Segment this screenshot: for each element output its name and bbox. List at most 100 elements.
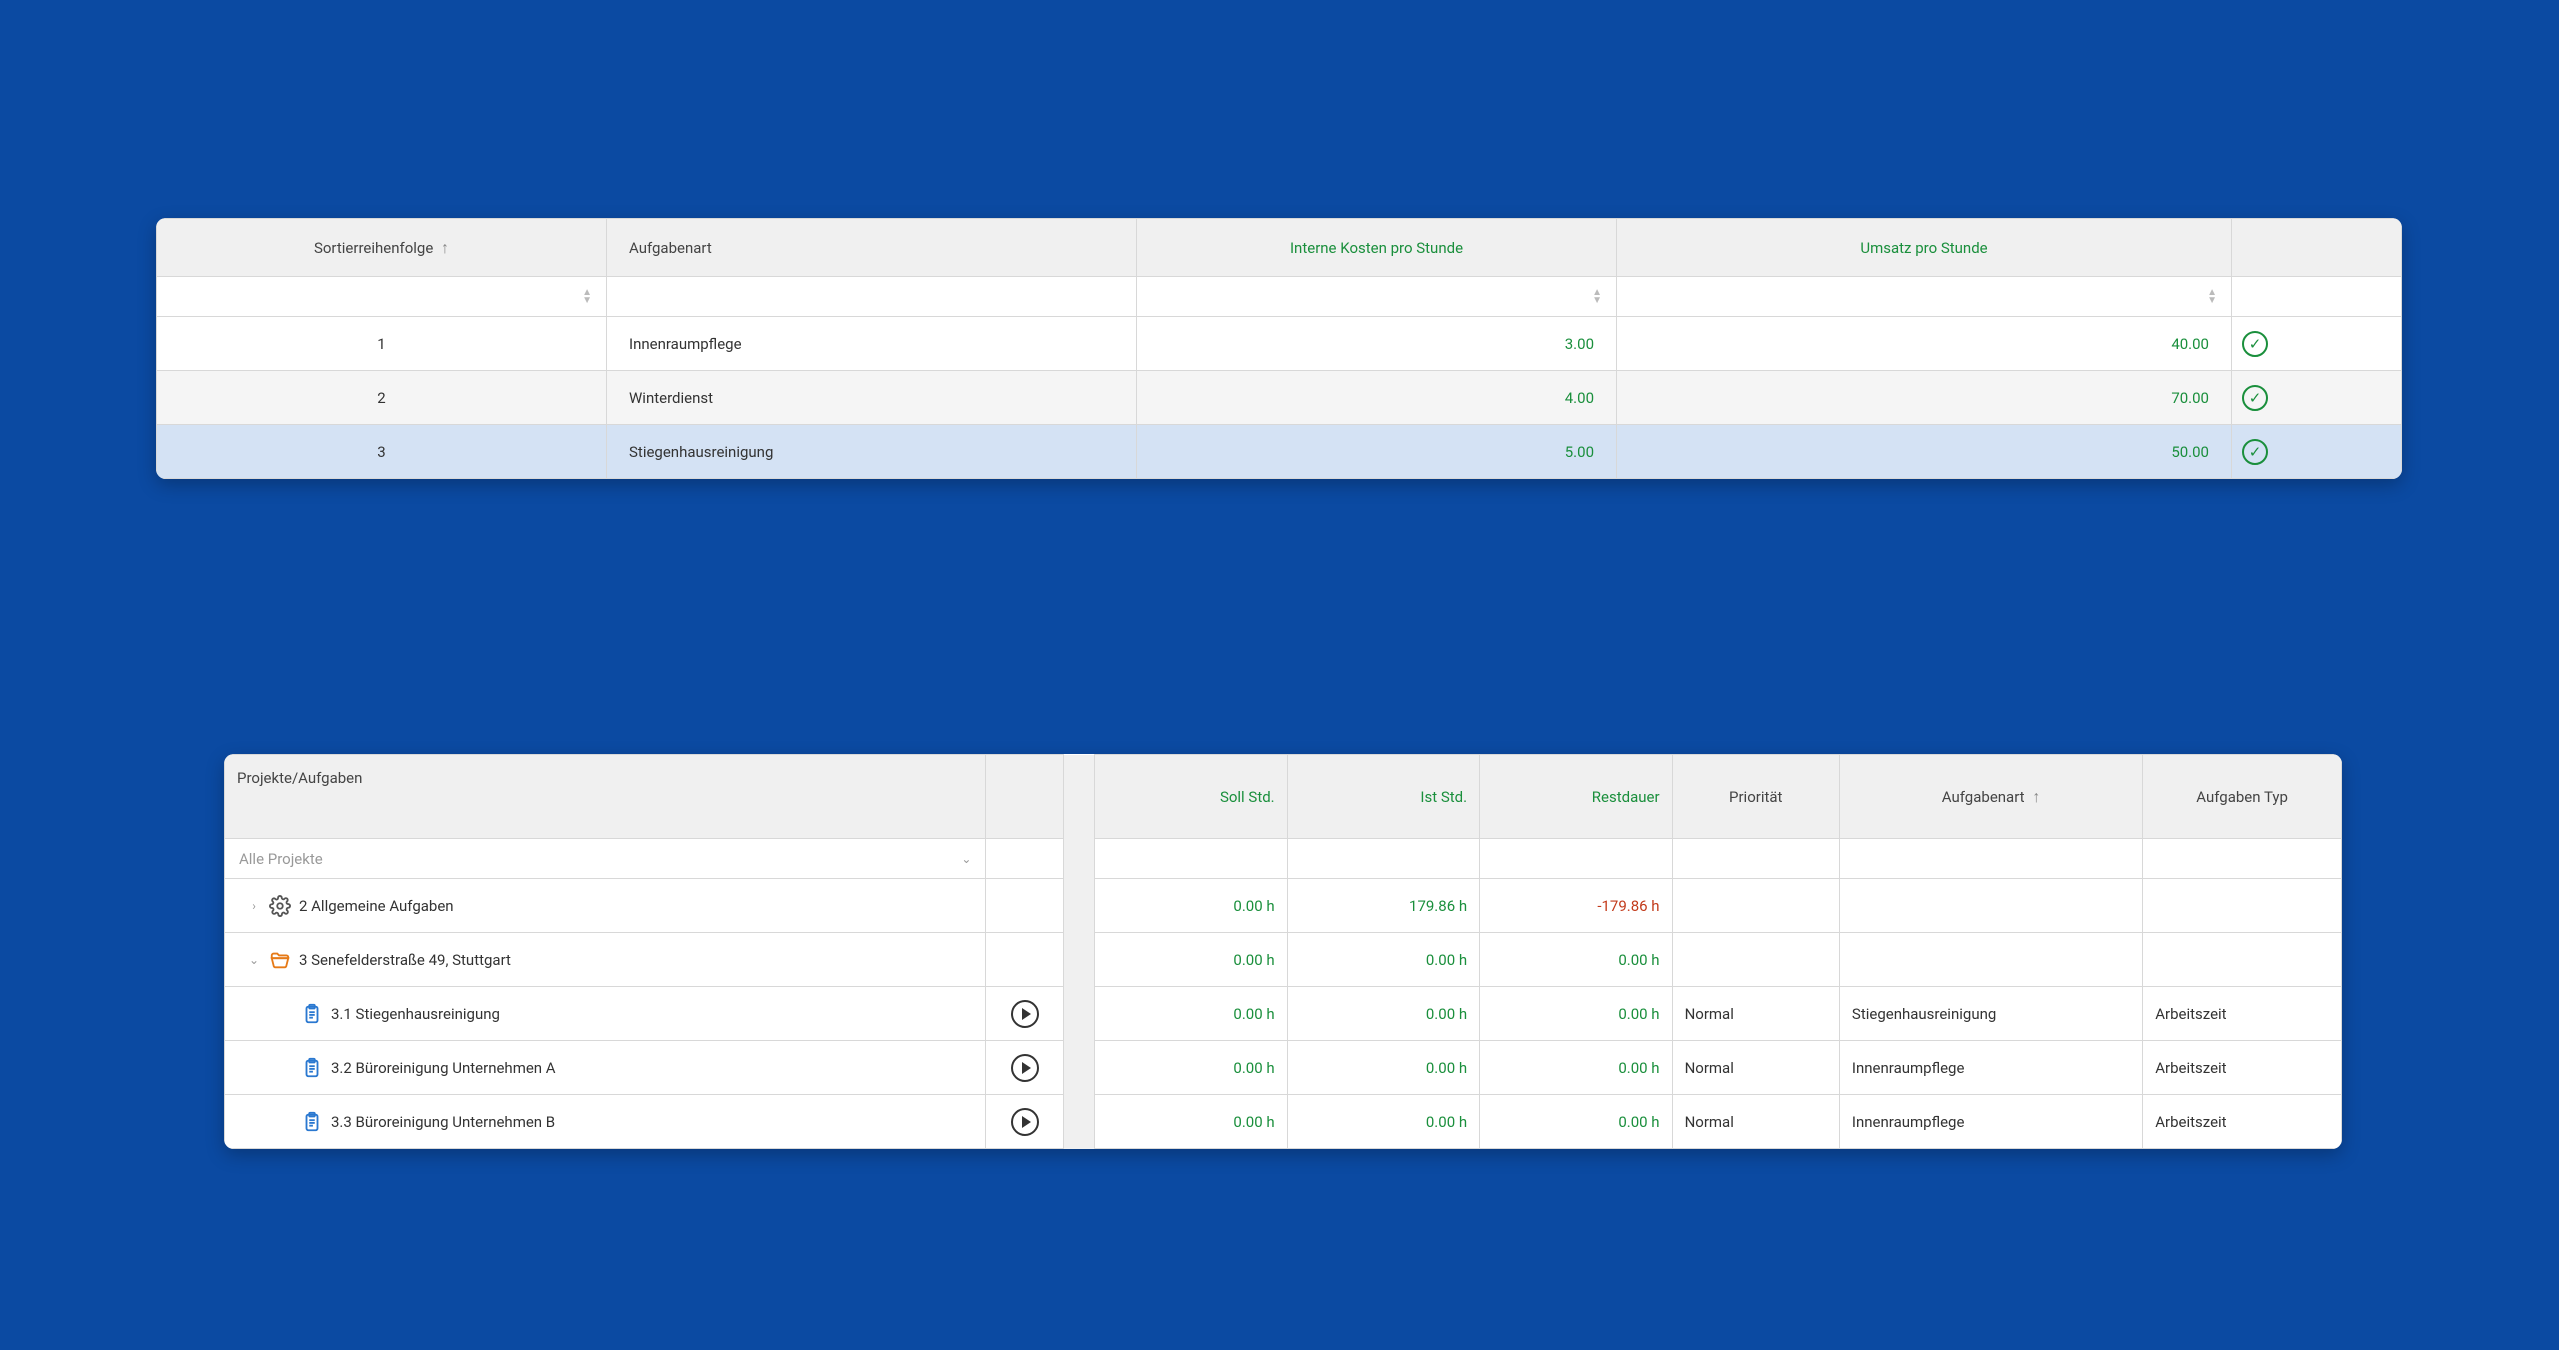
- header-rest[interactable]: Restdauer: [1480, 755, 1672, 839]
- cell-prio: Normal: [1672, 987, 1839, 1041]
- cell-action: ✓: [2232, 425, 2402, 479]
- filter-sort-order[interactable]: ▲▼: [157, 277, 607, 317]
- header-prio-label: Priorität: [1729, 788, 1782, 806]
- number-stepper-icon: ▲▼: [2207, 289, 2217, 305]
- tree-label: 3.3 Büroreinigung Unternehmen B: [331, 1113, 555, 1131]
- projects-tasks-table: Projekte/Aufgaben Soll Std. Ist Std. Res…: [224, 754, 2342, 1149]
- number-stepper-icon: ▲▼: [582, 289, 592, 305]
- header-play: [986, 755, 1063, 839]
- sort-asc-icon: ↑: [2032, 787, 2040, 806]
- cell-rest: 0.00 h: [1480, 933, 1672, 987]
- table-row[interactable]: › 2 Allgemeine Aufgaben 0.00 h 179.86 h …: [225, 879, 2342, 933]
- filter-task-type[interactable]: [607, 277, 1137, 317]
- header-rest-label: Restdauer: [1592, 788, 1660, 806]
- cell-prio: [1672, 879, 1839, 933]
- cell-order: 1: [157, 317, 607, 371]
- cell-soll: 0.00 h: [1095, 1095, 1287, 1149]
- table-row[interactable]: 2 Winterdienst 4.00 70.00 ✓: [157, 371, 2402, 425]
- header-actions: [2232, 219, 2402, 277]
- tree-label: 3 Senefelderstraße 49, Stuttgart: [299, 951, 511, 969]
- cell-cost: 4.00: [1137, 371, 1617, 425]
- cell-typ: [2143, 933, 2342, 987]
- header-soll[interactable]: Soll Std.: [1095, 755, 1287, 839]
- cell-typ: Arbeitszeit: [2143, 1041, 2342, 1095]
- filter-art[interactable]: [1839, 839, 2142, 879]
- header-ist-label: Ist Std.: [1420, 788, 1467, 806]
- task-types-table: Sortierreihenfolge ↑ Aufgabenart Interne…: [156, 218, 2402, 479]
- play-icon: [1022, 1062, 1031, 1074]
- cell-soll: 0.00 h: [1095, 879, 1287, 933]
- filter-actions: [2232, 277, 2402, 317]
- header-art[interactable]: Aufgabenart ↑: [1839, 755, 2142, 839]
- cell-ist: 0.00 h: [1287, 1095, 1479, 1149]
- cell-ist: 0.00 h: [1287, 987, 1479, 1041]
- header-revenue[interactable]: Umsatz pro Stunde: [1617, 219, 2232, 277]
- table-row[interactable]: 3 Stiegenhausreinigung 5.00 50.00 ✓: [157, 425, 2402, 479]
- header-ist[interactable]: Ist Std.: [1287, 755, 1479, 839]
- cell-soll: 0.00 h: [1095, 987, 1287, 1041]
- filter-prio[interactable]: [1672, 839, 1839, 879]
- collapse-caret-icon[interactable]: ⌄: [247, 953, 261, 967]
- filter-ist[interactable]: [1287, 839, 1479, 879]
- expand-caret-icon[interactable]: ›: [247, 899, 261, 913]
- cell-prio: Normal: [1672, 1095, 1839, 1149]
- cell-art: Innenraumpflege: [1839, 1041, 2142, 1095]
- filter-revenue[interactable]: ▲▼: [1617, 277, 2232, 317]
- folder-open-icon: [269, 949, 291, 971]
- header-prio[interactable]: Priorität: [1672, 755, 1839, 839]
- cell-ist: 0.00 h: [1287, 1041, 1479, 1095]
- table-row[interactable]: 3.3 Büroreinigung Unternehmen B 0.00 h 0…: [225, 1095, 2342, 1149]
- filter-projects-dropdown[interactable]: Alle Projekte ⌄: [225, 839, 986, 879]
- cell-typ: [2143, 879, 2342, 933]
- header-projects[interactable]: Projekte/Aufgaben: [225, 755, 986, 839]
- cell-soll: 0.00 h: [1095, 1041, 1287, 1095]
- header-sort-order[interactable]: Sortierreihenfolge ↑: [157, 219, 607, 277]
- cell-rest: -179.86 h: [1480, 879, 1672, 933]
- header-soll-label: Soll Std.: [1220, 788, 1275, 806]
- cell-order: 2: [157, 371, 607, 425]
- cell-art: [1839, 933, 2142, 987]
- cell-action: ✓: [2232, 317, 2402, 371]
- cell-prio: Normal: [1672, 1041, 1839, 1095]
- tree-label: 3.1 Stiegenhausreinigung: [331, 1005, 500, 1023]
- check-circle-icon[interactable]: ✓: [2242, 385, 2268, 411]
- cell-ist: 0.00 h: [1287, 933, 1479, 987]
- header-internal-cost-label: Interne Kosten pro Stunde: [1290, 239, 1463, 257]
- filter-projects-placeholder: Alle Projekte: [239, 850, 323, 868]
- play-icon: [1022, 1008, 1031, 1020]
- filter-soll[interactable]: [1095, 839, 1287, 879]
- check-circle-icon[interactable]: ✓: [2242, 439, 2268, 465]
- table-row[interactable]: ⌄ 3 Senefelderstraße 49, Stuttgart 0.00 …: [225, 933, 2342, 987]
- cell-name: Innenraumpflege: [607, 317, 1137, 371]
- cell-rest: 0.00 h: [1480, 1095, 1672, 1149]
- clipboard-icon: [301, 1057, 323, 1079]
- table-row[interactable]: 1 Innenraumpflege 3.00 40.00 ✓: [157, 317, 2402, 371]
- header-typ[interactable]: Aufgaben Typ: [2143, 755, 2342, 839]
- number-stepper-icon: ▲▼: [1592, 289, 1602, 305]
- cell-name: Winterdienst: [607, 371, 1137, 425]
- gear-icon: [269, 895, 291, 917]
- table-row[interactable]: 3.1 Stiegenhausreinigung 0.00 h 0.00 h 0…: [225, 987, 2342, 1041]
- play-button[interactable]: [1011, 1054, 1039, 1082]
- cell-name: Stiegenhausreinigung: [607, 425, 1137, 479]
- table-row[interactable]: 3.2 Büroreinigung Unternehmen A 0.00 h 0…: [225, 1041, 2342, 1095]
- chevron-down-icon: ⌄: [961, 852, 971, 866]
- projects-tasks-panel: Projekte/Aufgaben Soll Std. Ist Std. Res…: [224, 754, 2342, 1149]
- filter-internal-cost[interactable]: ▲▼: [1137, 277, 1617, 317]
- play-button[interactable]: [1011, 1108, 1039, 1136]
- cell-art: Stiegenhausreinigung: [1839, 987, 2142, 1041]
- cell-typ: Arbeitszeit: [2143, 1095, 2342, 1149]
- check-circle-icon[interactable]: ✓: [2242, 331, 2268, 357]
- header-task-type[interactable]: Aufgabenart: [607, 219, 1137, 277]
- filter-typ[interactable]: [2143, 839, 2342, 879]
- header-typ-label: Aufgaben Typ: [2196, 788, 2288, 806]
- filter-gap: [1063, 839, 1094, 879]
- header-internal-cost[interactable]: Interne Kosten pro Stunde: [1137, 219, 1617, 277]
- filter-rest[interactable]: [1480, 839, 1672, 879]
- cell-revenue: 40.00: [1617, 317, 2232, 371]
- filter-play: [986, 839, 1063, 879]
- play-button[interactable]: [1011, 1000, 1039, 1028]
- tree-label: 2 Allgemeine Aufgaben: [299, 897, 454, 915]
- cell-prio: [1672, 933, 1839, 987]
- header-task-type-label: Aufgabenart: [629, 239, 712, 257]
